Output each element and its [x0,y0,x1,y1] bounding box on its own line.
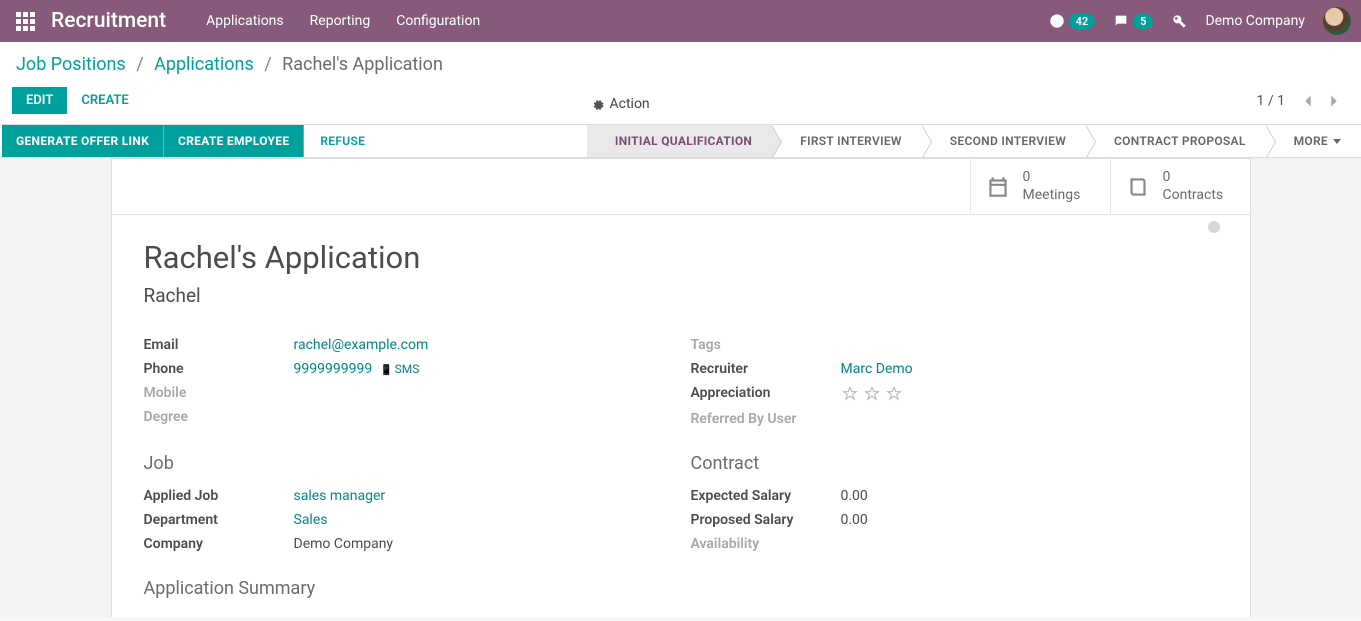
create-employee-button[interactable]: CREATE EMPLOYEE [164,125,304,157]
chat-icon [1113,13,1129,29]
proposed-salary-label: Proposed Salary [691,512,841,528]
company-name[interactable]: Demo Company [1205,13,1305,29]
stages: INITIAL QUALIFICATION FIRST INTERVIEW SE… [587,125,1361,157]
nav-reporting[interactable]: Reporting [310,13,371,29]
stage-contract-proposal[interactable]: CONTRACT PROPOSAL [1086,125,1266,157]
sheet-scroll[interactable]: 0 Meetings 0 Contracts Rachel's Applicat… [0,158,1361,617]
chat-badge[interactable]: 5 [1113,13,1153,29]
nav-links: Applications Reporting Configuration [206,13,480,29]
email-label: Email [144,337,294,353]
topbar: Recruitment Applications Reporting Confi… [0,0,1361,42]
expected-salary-label: Expected Salary [691,488,841,504]
calendar-icon [985,174,1011,200]
pager: 1 / 1 [1257,90,1345,112]
phone-label: Phone [144,361,294,377]
contract-section-title: Contract [691,453,1218,474]
apps-icon[interactable] [16,12,35,31]
crumb-applications[interactable]: Applications [154,54,254,75]
breadcrumb: Job Positions / Applications / Rachel's … [0,42,1361,81]
action-menu[interactable]: Action [591,96,650,112]
generate-offer-button[interactable]: GENERATE OFFER LINK [2,125,164,157]
meetings-count: 0 [1023,169,1081,187]
wrench-icon[interactable] [1171,13,1187,29]
applicant-name: Rachel [144,284,1218,307]
record-title: Rachel's Application [144,239,1218,276]
stage-second-interview[interactable]: SECOND INTERVIEW [922,125,1086,157]
nav-configuration[interactable]: Configuration [396,13,480,29]
appreciation-stars[interactable] [841,385,903,403]
recruiter-value[interactable]: Marc Demo [841,361,913,377]
gear-icon [591,98,604,111]
pager-label: 1 / 1 [1257,93,1285,109]
star-icon[interactable] [841,385,859,403]
book-icon [1125,174,1151,200]
application-summary-title: Application Summary [144,578,1218,599]
user-avatar[interactable] [1323,7,1351,35]
right-column: Tags RecruiterMarc Demo Appreciation Ref… [691,333,1218,431]
email-value[interactable]: rachel@example.com [294,337,429,353]
referred-label: Referred By User [691,411,841,427]
stage-more[interactable]: MORE [1266,125,1361,157]
phone-value[interactable]: 9999999999 [294,361,373,377]
create-button[interactable]: CREATE [81,93,128,108]
crumb-job-positions[interactable]: Job Positions [16,54,126,75]
mobile-label: Mobile [144,385,294,401]
nav-applications[interactable]: Applications [206,13,284,29]
appreciation-label: Appreciation [691,385,841,403]
contracts-label: Contracts [1163,187,1224,205]
stat-buttons: 0 Meetings 0 Contracts [112,159,1250,215]
proposed-salary-value: 0.00 [841,512,868,528]
statusbar: GENERATE OFFER LINK CREATE EMPLOYEE REFU… [0,124,1361,158]
chevron-down-icon [1333,139,1341,144]
pager-next-icon[interactable] [1323,90,1345,112]
contracts-count: 0 [1163,169,1224,187]
action-label: Action [610,96,650,112]
sheet-body: Rachel's Application Rachel Emailrachel@… [112,215,1250,617]
recruiter-label: Recruiter [691,361,841,377]
meetings-statbox[interactable]: 0 Meetings [970,159,1110,214]
stage-first-interview[interactable]: FIRST INTERVIEW [772,125,922,157]
department-value[interactable]: Sales [294,512,328,528]
expected-salary-value: 0.00 [841,488,868,504]
refuse-button[interactable]: REFUSE [304,125,381,157]
control-row: EDIT CREATE Action 1 / 1 [0,81,1361,124]
applied-job-value[interactable]: sales manager [294,488,386,504]
kanban-state-dot[interactable] [1208,221,1220,233]
applied-job-label: Applied Job [144,488,294,504]
sms-button[interactable]: SMS [380,362,419,376]
star-icon[interactable] [863,385,881,403]
degree-label: Degree [144,409,294,425]
clock-icon [1049,13,1065,29]
chat-count: 5 [1133,14,1153,29]
clock-count: 42 [1069,14,1096,29]
tags-label: Tags [691,337,841,353]
clock-badge[interactable]: 42 [1049,13,1096,29]
pager-prev-icon[interactable] [1297,90,1319,112]
availability-label: Availability [691,536,841,552]
topbar-right: 42 5 Demo Company [1049,7,1351,35]
contracts-statbox[interactable]: 0 Contracts [1110,159,1250,214]
company-value: Demo Company [294,536,394,552]
edit-button[interactable]: EDIT [12,87,67,114]
form-sheet: 0 Meetings 0 Contracts Rachel's Applicat… [111,158,1251,617]
department-label: Department [144,512,294,528]
meetings-label: Meetings [1023,187,1081,205]
job-section-title: Job [144,453,671,474]
app-brand[interactable]: Recruitment [51,9,166,33]
left-column: Emailrachel@example.com Phone9999999999 S… [144,333,671,431]
stage-initial-qualification[interactable]: INITIAL QUALIFICATION [587,125,772,157]
star-icon[interactable] [885,385,903,403]
crumb-current: Rachel's Application [282,54,443,75]
company-label: Company [144,536,294,552]
